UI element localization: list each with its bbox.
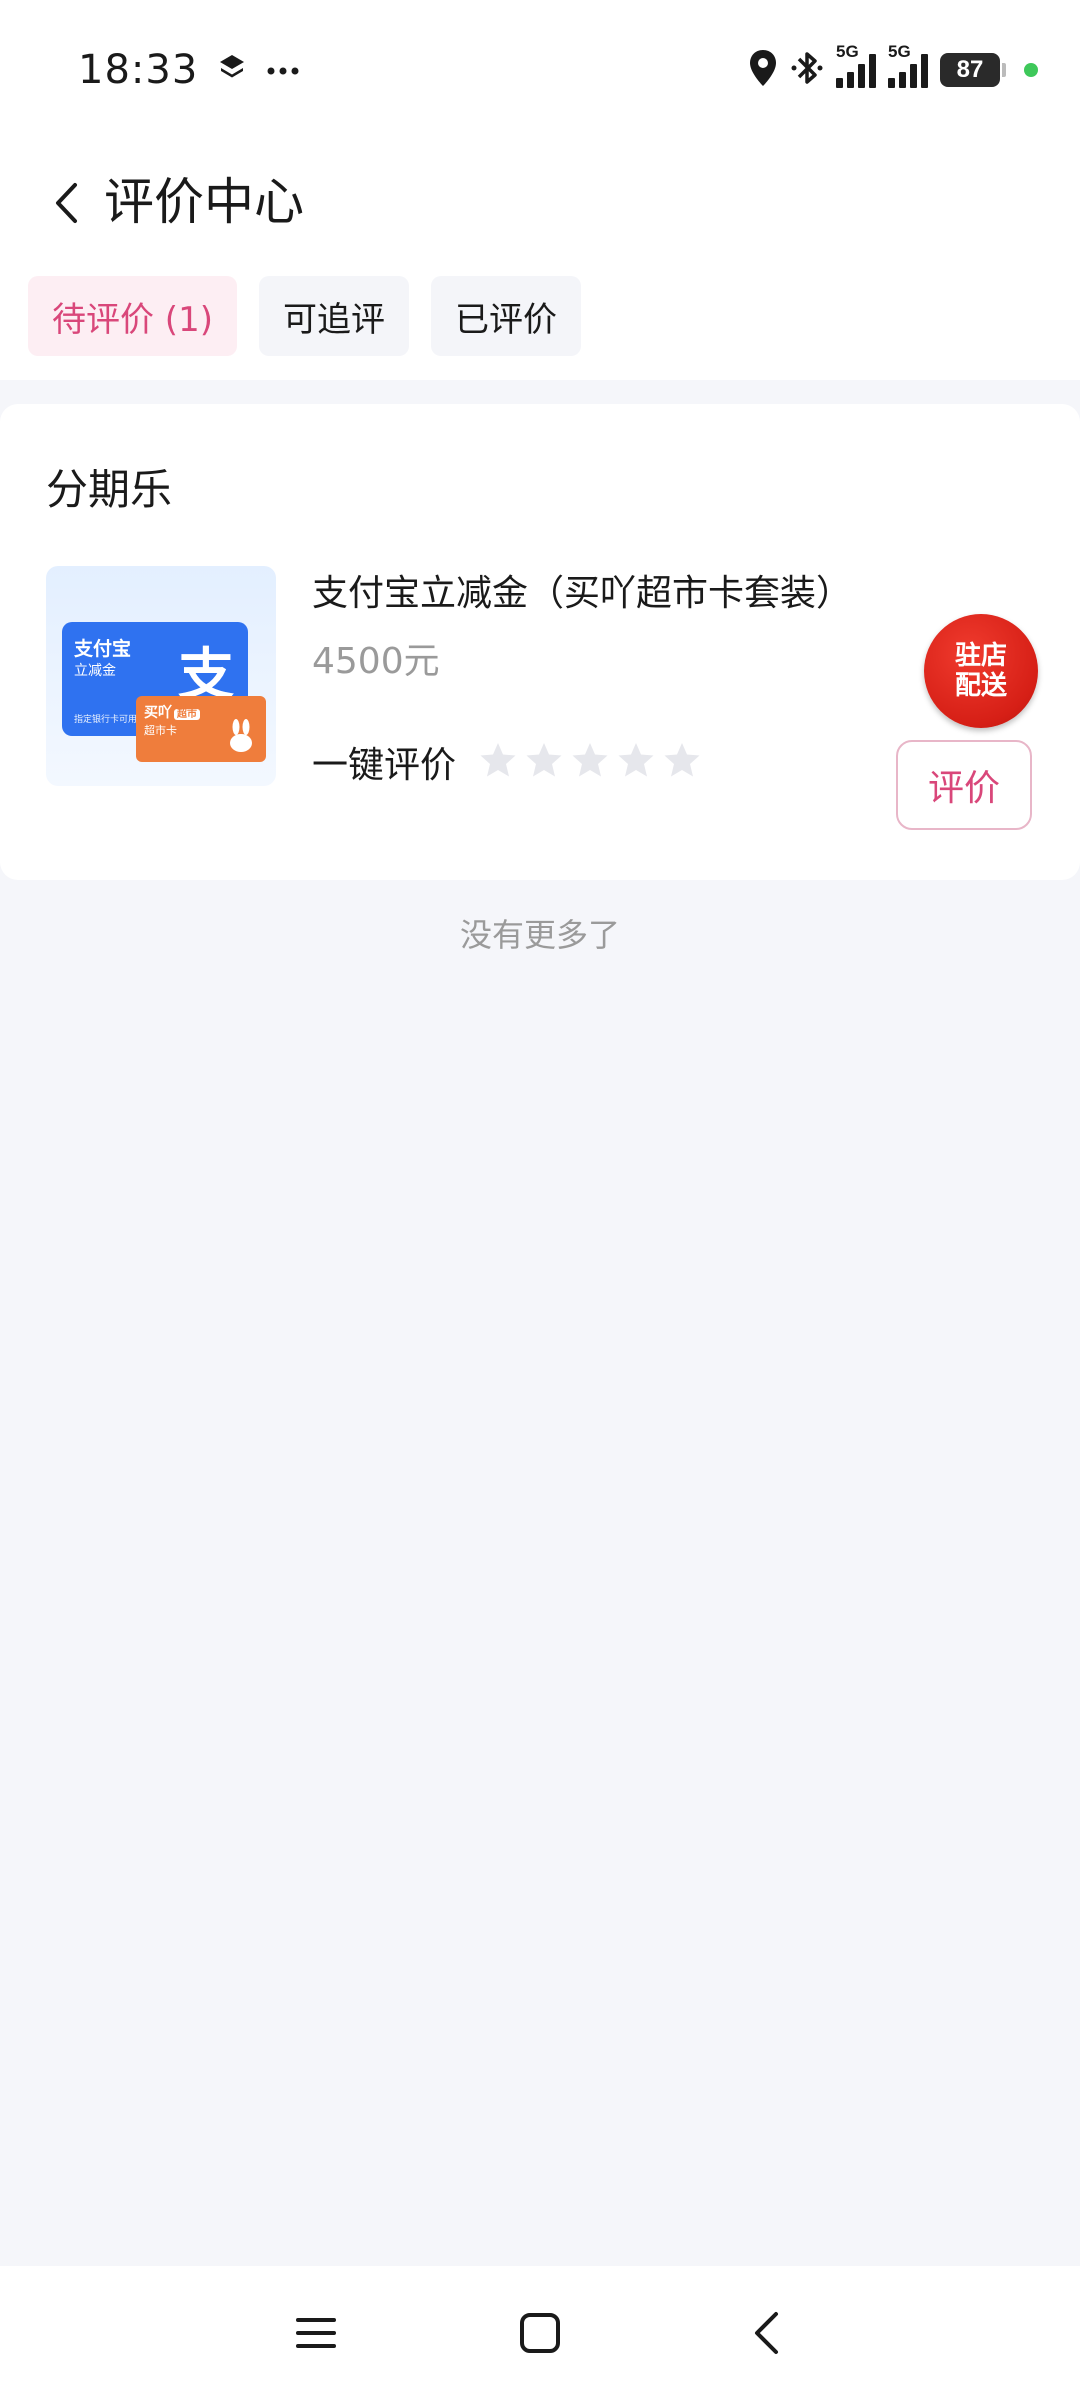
quick-review-label: 一键评价 xyxy=(312,745,457,786)
rabbit-icon xyxy=(230,719,252,752)
header: 评价中心 待评价 (1) 可追评 已评价 xyxy=(0,140,1080,380)
product-thumbnail[interactable]: 支付宝 立减金 指定银行卡可用 支 买吖 超市 超市卡 xyxy=(46,566,276,786)
status-bar: 18:33 5G 5G 87 xyxy=(0,0,1080,140)
chevron-left-icon xyxy=(56,183,77,223)
back-icon xyxy=(755,2312,778,2354)
star-icon-3[interactable] xyxy=(570,740,610,780)
nav-back-button[interactable] xyxy=(726,2296,806,2370)
signal-icon-2: 5G xyxy=(888,42,928,88)
mini-card-tag: 超市 xyxy=(174,709,200,720)
privacy-indicator-dot xyxy=(1024,63,1038,77)
status-right: 5G 5G 87 xyxy=(748,40,1038,100)
status-left: 18:33 xyxy=(78,40,300,100)
battery-cap xyxy=(1002,63,1006,77)
menu-icon xyxy=(296,2318,336,2348)
shop-name: 分期乐 xyxy=(46,465,173,514)
tab-pending-review[interactable]: 待评价 (1) xyxy=(28,276,237,356)
card-title: 支付宝 xyxy=(74,638,132,660)
tab-bar: 待评价 (1) 可追评 已评价 xyxy=(28,276,581,356)
location-icon xyxy=(748,48,778,92)
tab-reviewed[interactable]: 已评价 xyxy=(430,276,581,356)
signal-icon: 5G xyxy=(836,42,876,88)
layers-icon xyxy=(218,53,246,87)
order-card: 分期乐 支付宝 立减金 指定银行卡可用 支 买吖 超市 超市卡 支付宝立减金（买吖… xyxy=(0,404,1080,880)
no-more-text: 没有更多了 xyxy=(459,916,620,954)
network-type-label: 5G xyxy=(836,42,859,61)
mini-card-text: 超市卡 xyxy=(144,724,177,737)
star-icon-4[interactable] xyxy=(616,740,656,780)
badge-line-1: 驻店 xyxy=(954,641,1007,671)
supermarket-card-image: 买吖 超市 超市卡 xyxy=(136,696,266,762)
page-title: 评价中心 xyxy=(104,173,304,231)
battery-icon: 87 xyxy=(940,53,1000,87)
menu-button[interactable] xyxy=(276,2296,356,2370)
star-icon-1[interactable] xyxy=(478,740,518,780)
star-icon-2[interactable] xyxy=(524,740,564,780)
product-name[interactable]: 支付宝立减金（买吖超市卡套装） xyxy=(312,564,852,616)
more-dots-icon xyxy=(266,61,300,80)
home-icon xyxy=(520,2313,560,2353)
badge-line-2: 配送 xyxy=(954,671,1007,701)
card-subtitle: 立减金 xyxy=(74,663,116,679)
review-button[interactable]: 评价 xyxy=(896,740,1032,830)
system-nav-bar xyxy=(0,2266,1080,2400)
tab-follow-up-review[interactable]: 可追评 xyxy=(258,276,409,356)
home-button[interactable] xyxy=(500,2296,580,2370)
card-fine-print: 指定银行卡可用 xyxy=(74,715,138,725)
network-type-label-2: 5G xyxy=(888,42,911,61)
status-time: 18:33 xyxy=(78,47,199,93)
bluetooth-icon xyxy=(790,48,824,92)
product-price: 4500元 xyxy=(312,641,440,682)
star-icon-5[interactable] xyxy=(662,740,702,780)
back-button[interactable] xyxy=(36,168,96,238)
mini-card-brand: 买吖 超市 xyxy=(144,702,200,722)
in-store-delivery-badge[interactable]: 驻店 配送 xyxy=(924,614,1038,728)
star-rating xyxy=(478,740,702,780)
mini-card-brand-text: 买吖 xyxy=(144,705,172,721)
